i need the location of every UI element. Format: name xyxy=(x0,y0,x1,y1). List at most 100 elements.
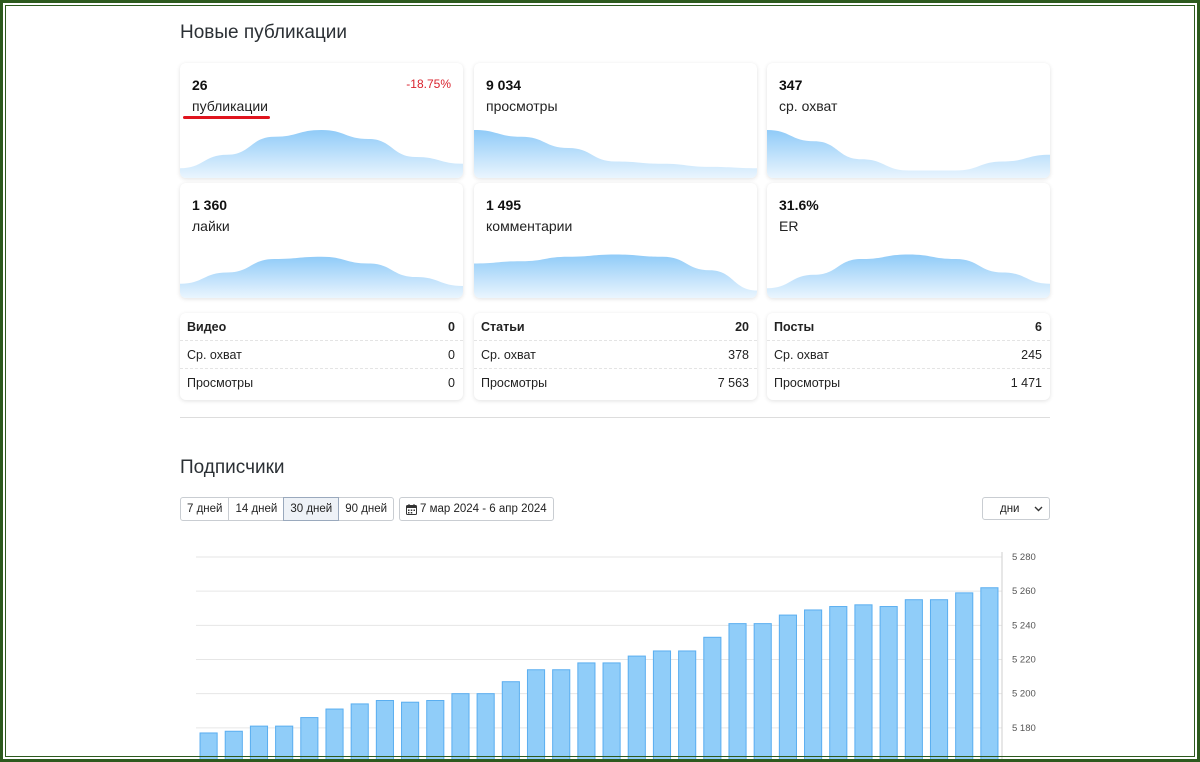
stat-row: Ср. охват 0 xyxy=(180,341,463,369)
stat-card-posts: Посты 6 Ср. охват 245 Просмотры 1 471 xyxy=(767,313,1050,400)
sparkline-area xyxy=(180,130,463,178)
stat-card-articles: Статьи 20 Ср. охват 378 Просмотры 7 563 xyxy=(474,313,757,400)
chart-bar[interactable] xyxy=(426,700,445,762)
range-14-days-button[interactable]: 14 дней xyxy=(228,497,285,521)
metric-value: 1 495 xyxy=(486,197,522,213)
metric-card-publications[interactable]: 26 -18.75% публикации xyxy=(180,63,463,178)
range-90-days-button[interactable]: 90 дней xyxy=(338,497,395,521)
stat-row: Посты 6 xyxy=(767,313,1050,341)
sparkline-area xyxy=(474,130,757,178)
y-tick-label: 5 220 xyxy=(1012,655,1036,666)
stat-card-video: Видео 0 Ср. охват 0 Просмотры 0 xyxy=(180,313,463,400)
metric-value: 347 xyxy=(779,77,803,93)
chart-bar[interactable] xyxy=(577,662,596,762)
granularity-select[interactable]: дни xyxy=(982,497,1050,520)
chart-bar[interactable] xyxy=(526,669,546,762)
chevron-down-icon xyxy=(1034,506,1043,511)
stat-value: 1 471 xyxy=(1010,375,1042,390)
sparkline-chart xyxy=(767,130,1050,178)
metric-delta: -18.75% xyxy=(406,77,451,91)
metric-card-er[interactable]: 31.6% ER xyxy=(767,183,1050,298)
subscribers-bar-chart: 5 280 5 260 5 240 5 220 5 200 5 180 xyxy=(196,552,1036,762)
date-range-label: 7 мар 2024 - 6 апр 2024 xyxy=(420,503,547,515)
stat-row: Ср. охват 245 xyxy=(767,341,1050,369)
stat-label: Ср. охват xyxy=(774,347,829,362)
chart-bar[interactable] xyxy=(652,650,672,762)
metric-value: 31.6% xyxy=(779,197,819,213)
chart-bar[interactable] xyxy=(275,725,294,762)
publications-title: Новые публикации xyxy=(180,22,348,43)
chart-bar[interactable] xyxy=(602,662,621,762)
sparkline-chart xyxy=(180,130,463,178)
stat-row: Просмотры 1 471 xyxy=(767,369,1050,396)
stat-label: Просмотры xyxy=(774,375,841,390)
chart-bar[interactable] xyxy=(879,606,898,762)
metric-label: ср. охват xyxy=(779,98,838,114)
chart-bar[interactable] xyxy=(753,623,772,762)
chart-bar[interactable] xyxy=(552,669,571,762)
metric-label: ER xyxy=(779,218,799,234)
chart-bar[interactable] xyxy=(929,599,949,762)
chart-bar[interactable] xyxy=(804,609,823,762)
stat-label: Статьи xyxy=(481,319,525,334)
metric-label: просмотры xyxy=(486,98,558,114)
stat-row: Ср. охват 378 xyxy=(474,341,757,369)
chart-bar[interactable] xyxy=(501,681,520,762)
stat-label: Посты xyxy=(774,319,815,334)
range-30-days-button[interactable]: 30 дней xyxy=(283,497,340,521)
chart-bar[interactable] xyxy=(401,701,420,762)
chart-bar[interactable] xyxy=(375,700,394,762)
chart-bar[interactable] xyxy=(678,650,697,762)
chart-bar[interactable] xyxy=(829,606,848,762)
sparkline-area xyxy=(180,256,463,298)
stat-value: 20 xyxy=(735,319,749,334)
chart-bar[interactable] xyxy=(451,693,470,762)
chart-bar[interactable] xyxy=(703,636,722,762)
chart-bar[interactable] xyxy=(627,655,646,762)
calendar-icon xyxy=(406,503,417,515)
sparkline-area xyxy=(474,254,757,298)
metric-card-comments[interactable]: 1 495 комментарии xyxy=(474,183,757,298)
granularity-value: дни xyxy=(1000,502,1020,515)
chart-bar[interactable] xyxy=(300,717,319,762)
chart-bar[interactable] xyxy=(728,623,747,762)
section-divider xyxy=(180,417,1050,418)
metric-value: 1 360 xyxy=(192,197,228,213)
y-tick-label: 5 240 xyxy=(1012,620,1036,631)
date-range-button[interactable]: 7 мар 2024 - 6 апр 2024 xyxy=(399,497,554,521)
y-tick-label: 5 280 xyxy=(1012,552,1036,563)
metric-card-likes[interactable]: 1 360 лайки xyxy=(180,183,463,298)
sparkline-chart xyxy=(180,256,463,298)
range-7-days-button[interactable]: 7 дней xyxy=(180,497,230,521)
chart-bar[interactable] xyxy=(199,732,218,762)
stat-value: 6 xyxy=(1035,319,1042,334)
chart-bar[interactable] xyxy=(854,604,873,762)
stat-value: 0 xyxy=(448,319,455,334)
chart-bar[interactable] xyxy=(955,592,974,762)
chart-bar[interactable] xyxy=(249,725,269,762)
chart-bar[interactable] xyxy=(778,614,797,762)
chart-bar[interactable] xyxy=(476,693,495,762)
y-tick-label: 5 260 xyxy=(1012,586,1036,597)
chart-bar[interactable] xyxy=(350,703,369,762)
chart-bar[interactable] xyxy=(224,730,243,762)
stat-value: 7 563 xyxy=(717,375,749,390)
stat-value: 0 xyxy=(448,375,455,390)
sparkline-chart xyxy=(474,130,757,178)
y-tick-label: 5 180 xyxy=(1012,723,1036,734)
stat-row: Статьи 20 xyxy=(474,313,757,341)
stat-label: Ср. охват xyxy=(187,347,242,362)
chart-bar[interactable] xyxy=(980,587,999,762)
stat-label: Видео xyxy=(187,319,227,334)
metric-card-views[interactable]: 9 034 просмотры xyxy=(474,63,757,178)
sparkline-chart xyxy=(474,254,757,298)
stat-label: Просмотры xyxy=(187,375,254,390)
chart-bar[interactable] xyxy=(325,708,344,762)
stat-row: Просмотры 7 563 xyxy=(474,369,757,396)
metric-card-reach[interactable]: 347 ср. охват xyxy=(767,63,1050,178)
metric-value: 26 xyxy=(192,77,208,93)
chart-bar[interactable] xyxy=(904,599,923,762)
subscribers-title: Подписчики xyxy=(180,457,285,478)
stat-row: Видео 0 xyxy=(180,313,463,341)
stat-label: Просмотры xyxy=(481,375,548,390)
